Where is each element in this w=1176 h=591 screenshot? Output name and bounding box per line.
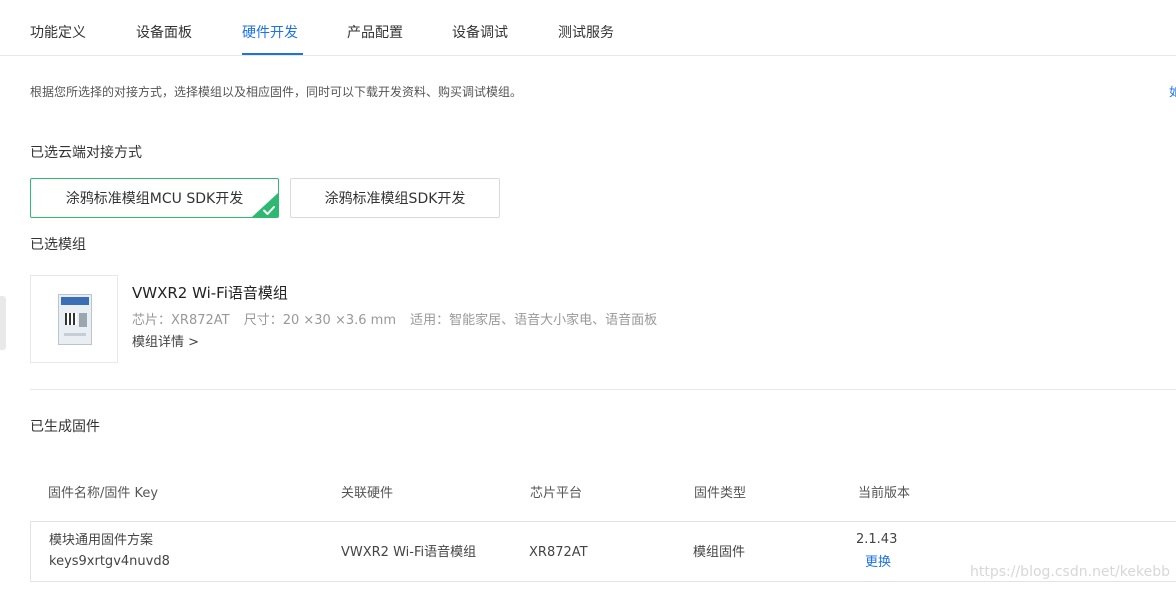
tab-product-configuration[interactable]: 产品配置 bbox=[347, 23, 403, 43]
top-tab-bar: 功能定义 设备面板 硬件开发 产品配置 设备调试 测试服务 bbox=[0, 0, 1176, 56]
side-collapse-handle[interactable] bbox=[0, 296, 6, 350]
firmware-section-title: 已生成固件 bbox=[30, 419, 100, 435]
column-header-chip-platform: 芯片平台 bbox=[530, 486, 583, 501]
option-sdk-label: 涂鸦标准模组SDK开发 bbox=[324, 191, 466, 207]
module-usage: 适用：智能家居、语音大小家电、语音面板 bbox=[410, 313, 658, 328]
watermark: https://blog.csdn.net/kekebb bbox=[970, 564, 1170, 580]
module-section-title: 已选模组 bbox=[30, 237, 86, 253]
cloud-method-section-title: 已选云端对接方式 bbox=[30, 145, 142, 161]
firmware-hardware: VWXR2 Wi-Fi语音模组 bbox=[341, 545, 477, 560]
tab-test-service[interactable]: 测试服务 bbox=[558, 23, 614, 43]
firmware-chip-platform: XR872AT bbox=[529, 545, 588, 560]
option-mcu-sdk[interactable]: 涂鸦标准模组MCU SDK开发 bbox=[30, 178, 279, 218]
option-sdk[interactable]: 涂鸦标准模组SDK开发 bbox=[290, 178, 500, 218]
tab-function-definition[interactable]: 功能定义 bbox=[30, 23, 86, 43]
tab-device-panel[interactable]: 设备面板 bbox=[136, 23, 192, 43]
firmware-type: 模组固件 bbox=[693, 545, 746, 560]
firmware-version: 2.1.43 bbox=[856, 532, 898, 547]
module-size: 尺寸：20 ×30 ×3.6 mm bbox=[243, 313, 396, 328]
section-divider bbox=[30, 389, 1176, 390]
module-detail-link[interactable]: 模组详情 > bbox=[132, 334, 199, 351]
option-mcu-sdk-label: 涂鸦标准模组MCU SDK开发 bbox=[65, 191, 244, 207]
firmware-name: 模块通用固件方案 bbox=[49, 533, 154, 548]
module-chip: 芯片：XR872AT bbox=[132, 313, 230, 328]
module-name: VWXR2 Wi-Fi语音模组 bbox=[132, 284, 288, 302]
active-tab-indicator bbox=[242, 53, 303, 55]
change-firmware-link[interactable]: 更换 bbox=[865, 554, 891, 571]
tab-device-debugging[interactable]: 设备调试 bbox=[452, 23, 508, 43]
column-header-firmware-type: 固件类型 bbox=[694, 486, 747, 501]
module-specs: 芯片：XR872AT 尺寸：20 ×30 ×3.6 mm 适用：智能家居、语音大… bbox=[132, 312, 667, 329]
description-help-link[interactable]: 如 bbox=[1169, 84, 1176, 100]
module-chip-picture bbox=[58, 294, 92, 345]
column-header-version: 当前版本 bbox=[858, 486, 911, 501]
column-header-hardware: 关联硬件 bbox=[341, 486, 394, 501]
check-icon bbox=[263, 206, 275, 215]
column-header-firmware-name: 固件名称/固件 Key bbox=[48, 486, 159, 501]
module-image bbox=[30, 275, 118, 363]
page-description: 根据您所选择的对接方式，选择模组以及相应固件，同时可以下载开发资料、购买调试模组… bbox=[30, 85, 523, 99]
tab-hardware-development[interactable]: 硬件开发 bbox=[242, 23, 298, 43]
firmware-key: keys9xrtgv4nuvd8 bbox=[49, 554, 170, 569]
